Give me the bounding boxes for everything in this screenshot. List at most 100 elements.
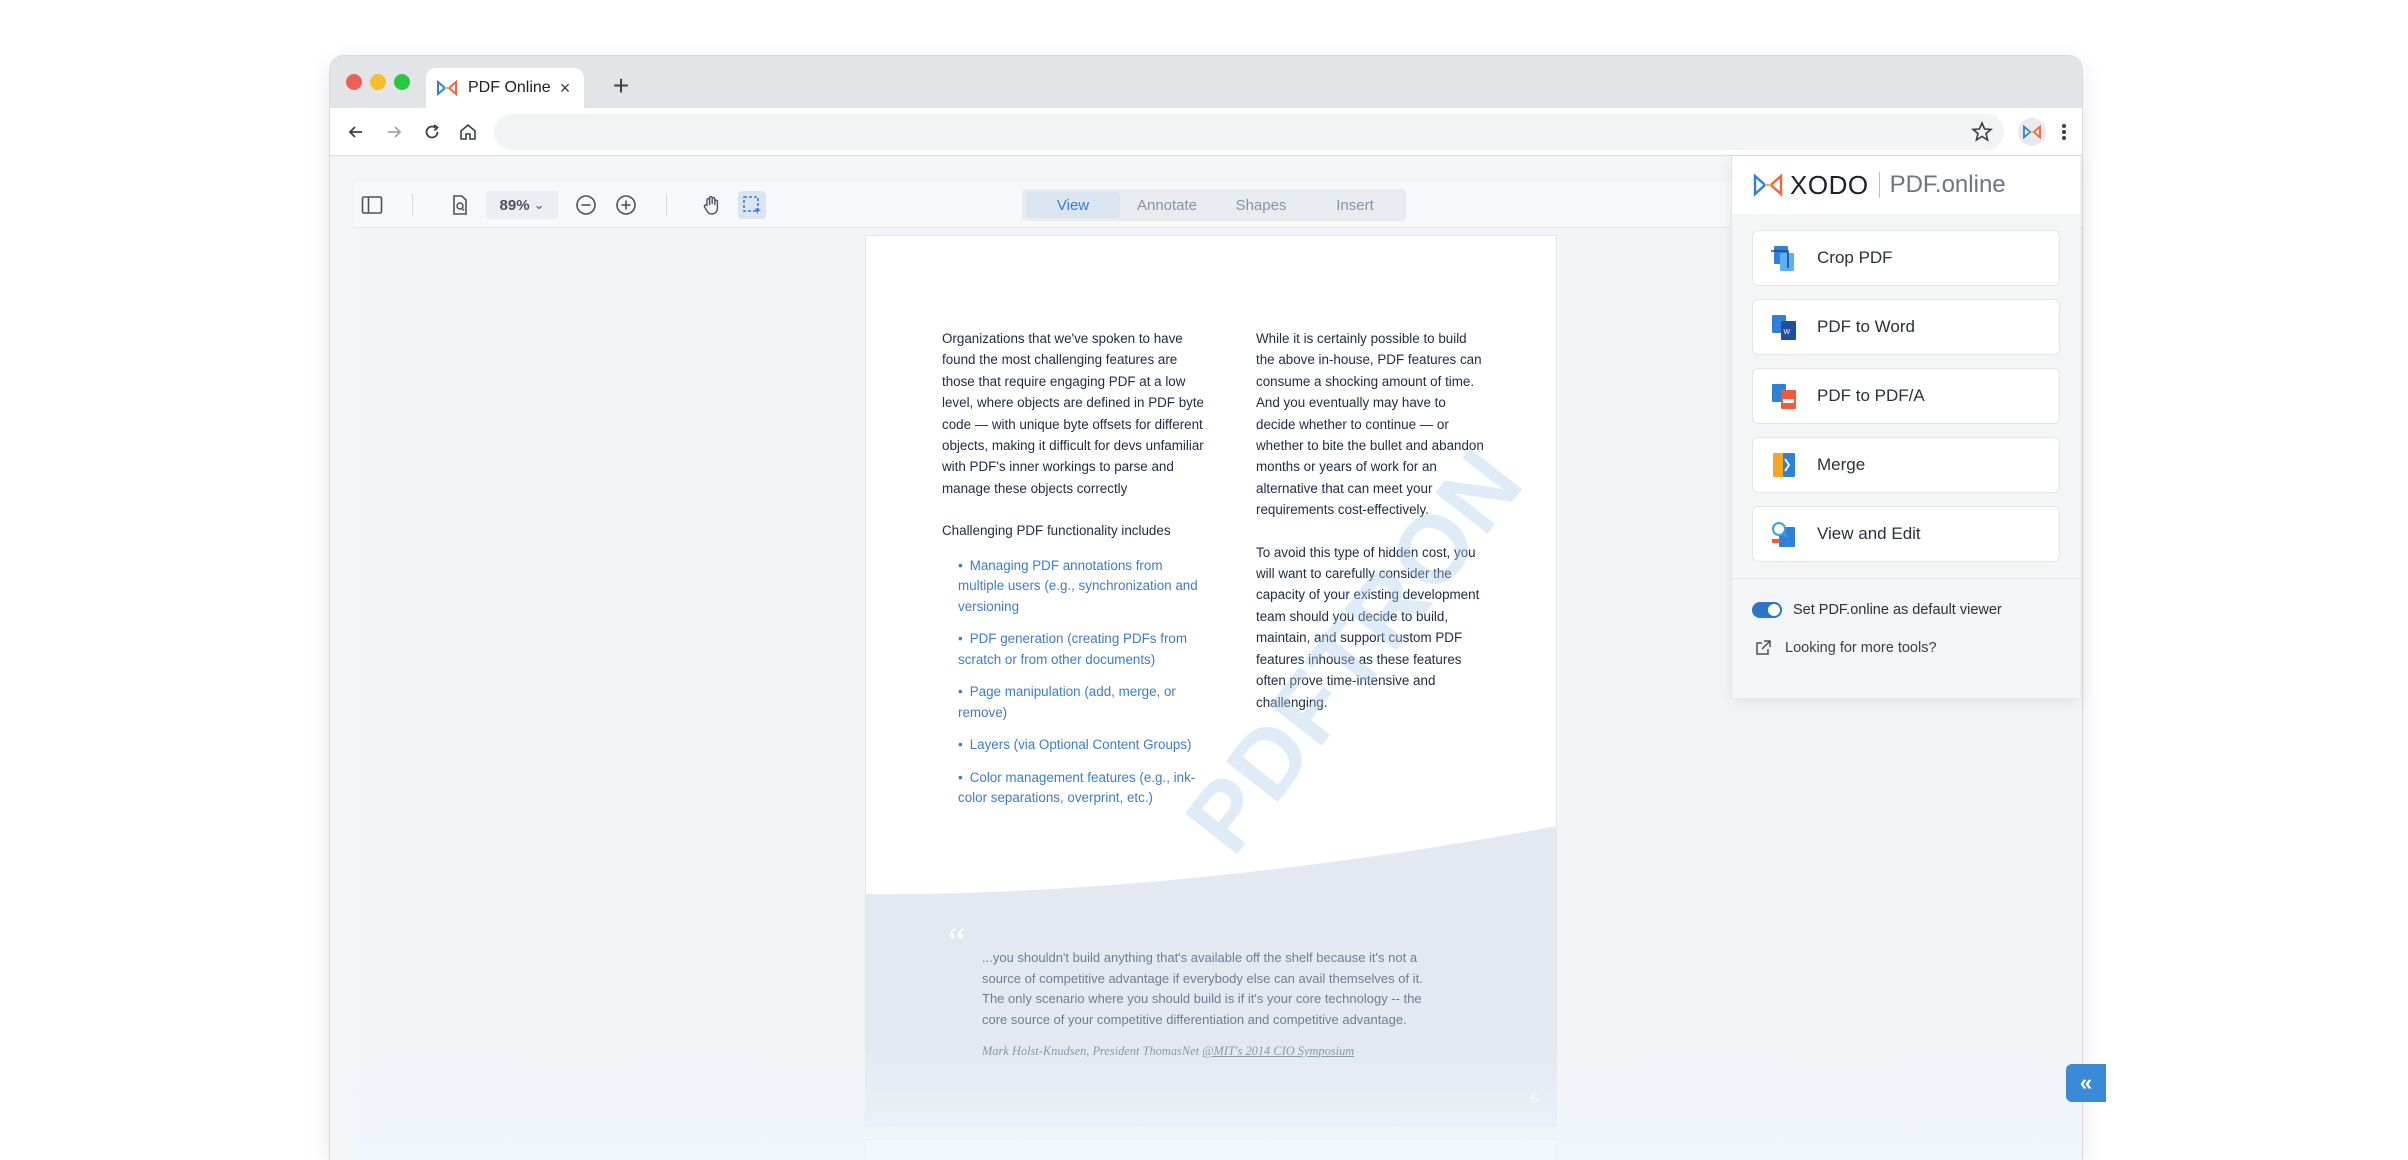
svg-text:W: W (1784, 329, 1791, 336)
minimize-window-button[interactable] (370, 74, 386, 90)
tab-annotate[interactable]: Annotate (1120, 192, 1214, 218)
list-item: • Managing PDF annotations from multiple … (958, 556, 1204, 618)
view-edit-icon (1772, 522, 1795, 547)
close-window-button[interactable] (346, 74, 362, 90)
bullet-dot-icon: • (958, 737, 963, 753)
attribution-event: @MIT's 2014 CIO Symposium (1202, 1044, 1355, 1058)
list-item-text: Layers (via Optional Content Groups) (969, 737, 1192, 753)
pdf-page: Organizations that we've spoken to have … (866, 236, 1556, 1126)
brand-pdf-online: PDF.online (1889, 171, 2006, 198)
attribution-name: Mark Holst-Knudsen, President ThomasNet (982, 1044, 1203, 1058)
browser-toolbar (330, 108, 2082, 156)
pdf-to-pdfa-icon (1772, 384, 1796, 409)
tab-title: PDF Online (468, 79, 551, 96)
list-item-text: Page manipulation (add, merge, or remove… (958, 684, 1176, 720)
list-item-text: PDF generation (creating PDFs from scrat… (958, 631, 1188, 667)
new-tab-button[interactable]: + (604, 70, 638, 104)
brand-xodo: XODO (1790, 169, 1869, 200)
address-bar[interactable] (494, 114, 2004, 150)
back-arrow-icon (348, 126, 362, 138)
bullet-dot-icon: • (958, 769, 963, 785)
external-link-icon (1756, 640, 1771, 655)
maximize-window-button[interactable] (394, 74, 410, 90)
default-viewer-label: Set PDF.online as default viewer (1793, 602, 2002, 618)
more-tools-label: Looking for more tools? (1785, 640, 1937, 656)
zoom-out-button[interactable] (572, 191, 600, 219)
bookmark-star-icon[interactable] (1970, 120, 1994, 144)
list-item-text: Color management features (e.g., ink-col… (958, 769, 1196, 806)
tab-strip: PDF Online × + (330, 56, 2082, 108)
crop-pdf-icon (1771, 246, 1794, 271)
sidebar-icon (361, 196, 383, 214)
next-pdf-page (866, 1140, 1556, 1160)
xodo-extension-icon (2023, 124, 2041, 140)
quote-mark-icon: “ (948, 919, 966, 964)
bullet-dot-icon: • (958, 631, 963, 647)
bullet-dot-icon: • (958, 557, 963, 573)
list-item-text: Managing PDF annotations from multiple u… (958, 557, 1198, 614)
forward-button[interactable] (380, 118, 408, 146)
select-tool-button[interactable] (738, 191, 766, 219)
zoom-in-button[interactable] (612, 191, 640, 219)
tool-pdf-to-word[interactable]: W PDF to Word (1752, 299, 2060, 355)
tab-insert[interactable]: Insert (1308, 192, 1402, 218)
toolbar-divider (666, 194, 667, 216)
list-item: • Color management features (e.g., ink-co… (958, 768, 1204, 809)
xodo-logo-icon (1753, 173, 1783, 197)
merge-icon (1773, 453, 1795, 477)
pan-tool-button[interactable] (698, 191, 726, 219)
tool-crop-pdf[interactable]: Crop PDF (1752, 230, 2060, 286)
zoom-select[interactable]: 89% ⌄ (486, 191, 558, 219)
back-button[interactable] (342, 118, 370, 146)
bullet-dot-icon: • (958, 684, 963, 700)
bullet-list: • Managing PDF annotations from multiple … (942, 556, 1204, 809)
mode-switcher: View Annotate Shapes Insert (1022, 189, 1406, 221)
page-search-button[interactable] (446, 191, 474, 219)
tab-shapes[interactable]: Shapes (1214, 192, 1308, 218)
right-paragraph-1: While it is certainly possible to build … (1256, 331, 1484, 518)
more-tools-link[interactable]: Looking for more tools? (1732, 629, 2080, 667)
tool-label: PDF to Word (1817, 317, 1915, 336)
browser-tab[interactable]: PDF Online × (426, 68, 584, 108)
extension-header: XODO PDF.online (1732, 156, 2080, 214)
tab-close-icon[interactable]: × (556, 78, 574, 99)
brand-divider (1878, 172, 1880, 198)
list-item: • Layers (via Optional Content Groups) (958, 735, 1204, 756)
tool-label: PDF to PDF/A (1817, 386, 1925, 405)
xodo-favicon-icon (437, 79, 457, 97)
zoom-in-icon (616, 195, 636, 215)
reload-button[interactable] (418, 118, 446, 146)
quote-text: ...you shouldn't build anything that's a… (982, 950, 1423, 1027)
browser-menu-button[interactable] (2052, 118, 2076, 146)
right-column: While it is certainly possible to build … (1256, 328, 1486, 734)
zoom-out-icon (576, 195, 596, 215)
left-paragraph: Organizations that we've spoken to have … (942, 331, 1205, 496)
toggle-sidebar-button[interactable] (358, 191, 386, 219)
list-intro: Challenging PDF functionality includes (942, 523, 1171, 539)
tab-view[interactable]: View (1026, 192, 1120, 218)
list-item: • Page manipulation (add, merge, or remov… (958, 682, 1204, 723)
quote-attribution: Mark Holst-Knudsen, President ThomasNet … (982, 1044, 1442, 1059)
zoom-value: 89% (499, 196, 530, 214)
page-number: 5 (1530, 1091, 1538, 1106)
xodo-extension-button[interactable] (2018, 118, 2046, 146)
tool-view-and-edit[interactable]: View and Edit (1752, 506, 2060, 562)
default-viewer-toggle[interactable] (1752, 602, 1782, 618)
toggle-knob (1768, 604, 1780, 616)
tool-label: View and Edit (1817, 524, 1921, 543)
xodo-extension-popup: XODO PDF.online Crop PDF W PDF to Word P… (1732, 156, 2080, 698)
marquee-select-icon (743, 196, 761, 214)
pdf-to-word-icon: W (1772, 315, 1796, 340)
list-item: • PDF generation (creating PDFs from scra… (958, 629, 1204, 670)
collapse-panel-button[interactable]: « (2066, 1064, 2106, 1102)
forward-arrow-icon (388, 126, 402, 138)
more-vertical-icon (2062, 124, 2066, 140)
tool-merge[interactable]: Merge (1752, 437, 2060, 493)
chevron-down-icon: ⌄ (533, 197, 545, 212)
home-button[interactable] (454, 118, 482, 146)
tool-pdf-to-pdfa[interactable]: PDF to PDF/A (1752, 368, 2060, 424)
tool-label: Crop PDF (1817, 248, 1893, 267)
toolbar-divider (412, 194, 413, 216)
default-viewer-setting: Set PDF.online as default viewer (1732, 591, 2080, 629)
left-column: Organizations that we've spoken to have … (942, 328, 1204, 821)
